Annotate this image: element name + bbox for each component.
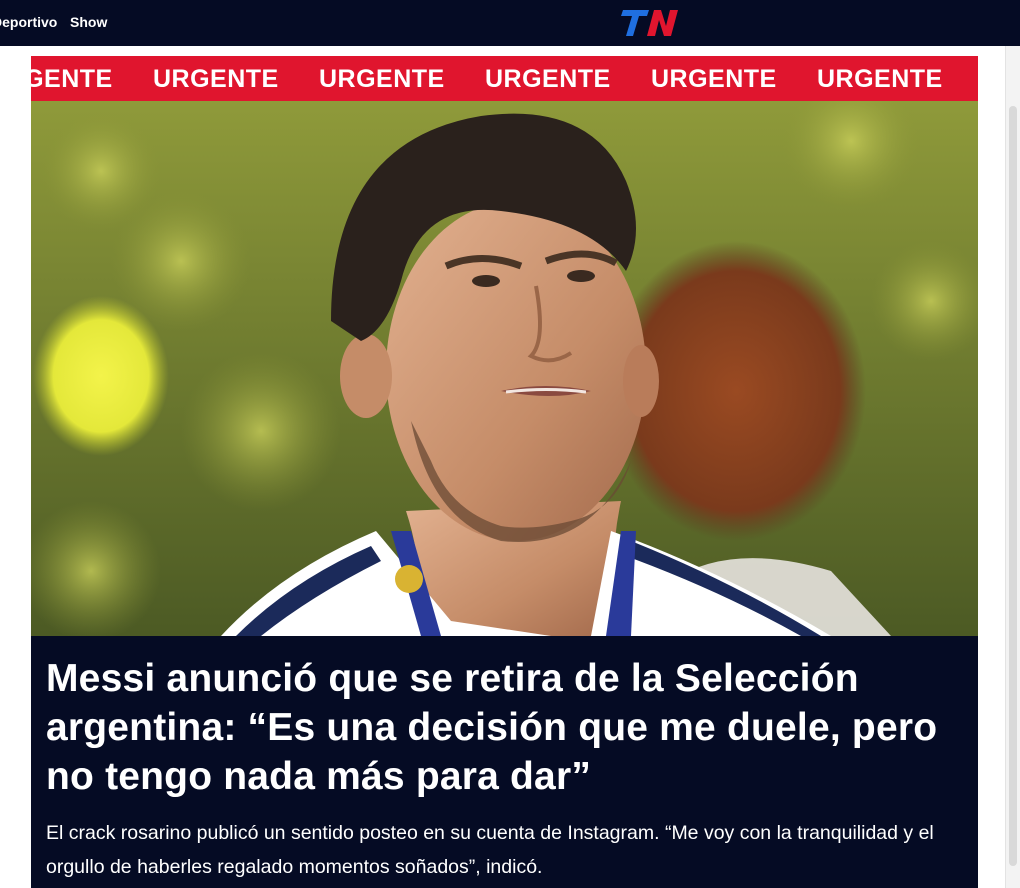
scrollbar-thumb[interactable] (1009, 106, 1017, 866)
article-headline-block[interactable]: Messi anunció que se retira de la Selecc… (31, 636, 978, 888)
ticker-track: URGENTEURGENTEURGENTEURGENTEURGENTEURGEN… (31, 56, 978, 101)
article-lead: El crack rosarino publicó un sentido pos… (46, 822, 934, 878)
ticker-item-urgente[interactable]: URGENTE (477, 56, 643, 101)
hero-photo-image (31, 101, 978, 636)
tn-logo[interactable] (619, 8, 681, 38)
hero-photo[interactable] (31, 101, 978, 636)
nav-link-deportivo[interactable]: Deportivo (0, 0, 57, 46)
ticker-item-urgente[interactable]: URGENTE (145, 56, 311, 101)
tn-logo-icon (621, 10, 678, 36)
ticker-item-urgente[interactable]: URGENTE (809, 56, 975, 101)
ticker-item-urgente[interactable]: URGENTE (311, 56, 477, 101)
ticker-item-urgente[interactable]: URGENTE (975, 56, 978, 101)
ticker-item-urgente[interactable]: URGENTE (643, 56, 809, 101)
nav-link-show[interactable]: Show (70, 0, 107, 46)
top-navigation-bar: Deportivo Show (0, 0, 1020, 46)
urgent-ticker[interactable]: URGENTEURGENTEURGENTEURGENTEURGENTEURGEN… (31, 56, 978, 101)
article-headline[interactable]: Messi anunció que se retira de la Selecc… (46, 654, 956, 801)
scrollbar[interactable] (1005, 46, 1020, 888)
ticker-item-urgente[interactable]: URGENTE (31, 56, 145, 101)
